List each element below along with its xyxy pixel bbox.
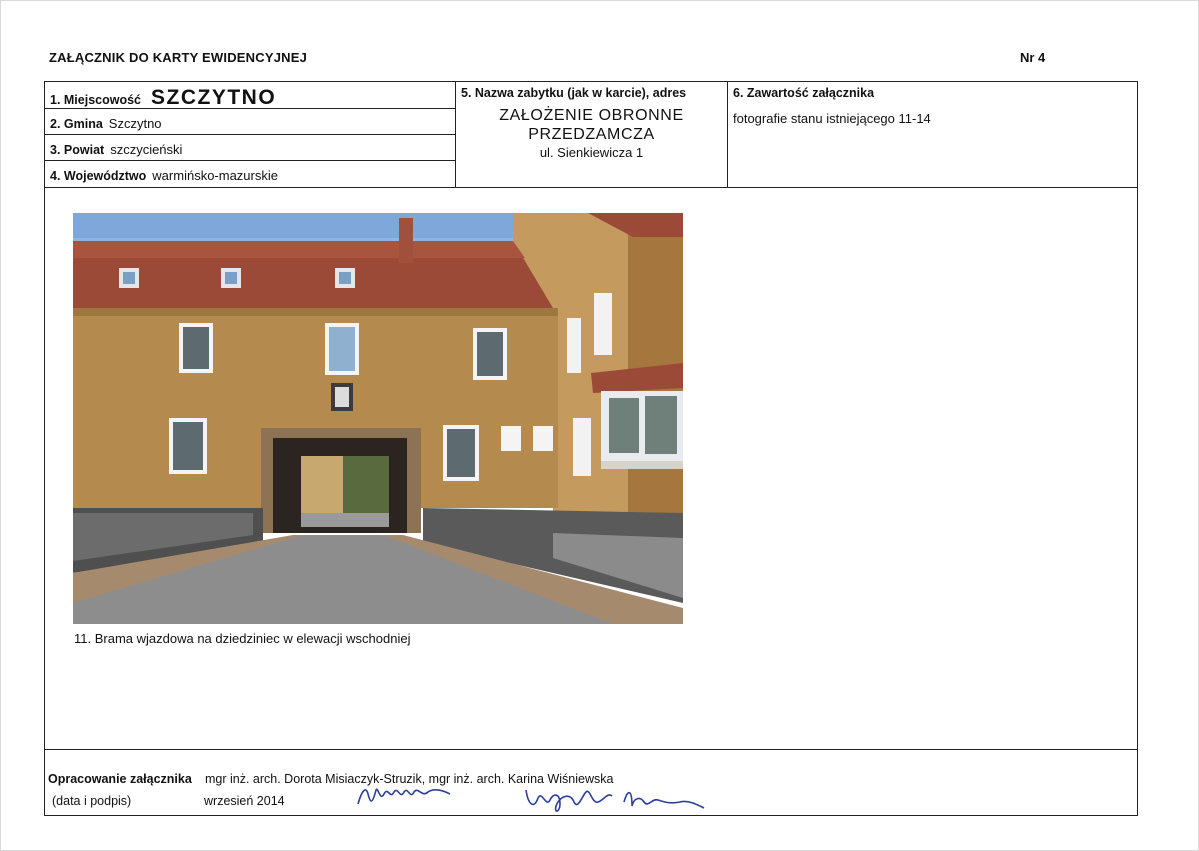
attachment-number: Nr 4 (1020, 50, 1046, 65)
field-zawartosc: 6. Zawartość załącznika fotografie stanu… (727, 81, 1138, 188)
field-label: 1. Miejscowość (50, 93, 142, 107)
field-gmina: 2. Gmina Szczytno (44, 108, 456, 135)
field-label: 5. Nazwa zabytku (jak w karcie), adres (461, 86, 687, 100)
photo-caption: 11. Brama wjazdowa na dziedziniec w elew… (74, 631, 411, 646)
monument-name-line1: ZAŁOŻENIE OBRONNE (499, 107, 684, 124)
field-miejscowosc: 1. Miejscowość SZCZYTNO (44, 81, 456, 109)
footer-sublabel: (data i podpis) (52, 794, 132, 808)
field-powiat: 3. Powiat szczycieński (44, 134, 456, 161)
field-value: szczycieński (110, 142, 183, 157)
field-value: fotografie stanu istniejącego 11-14 (733, 111, 931, 126)
field-value: warmińsko-mazurskie (152, 168, 278, 183)
photo-gate (73, 213, 683, 624)
field-value: SZCZYTNO (151, 86, 277, 109)
signature-2 (525, 789, 705, 812)
field-label: 3. Powiat (50, 143, 105, 157)
monument-name-line2: PRZEDZAMCZA (528, 126, 655, 143)
field-value: Szczytno (108, 116, 162, 131)
footer-label: Opracowanie załącznika (48, 772, 192, 786)
signature-1 (357, 788, 451, 805)
field-wojewodztwo: 4. Województwo warmińsko-mazurskie (44, 160, 456, 188)
field-label: 6. Zawartość załącznika (733, 86, 875, 100)
monument-address: ul. Sienkiewicza 1 (539, 145, 644, 160)
field-nazwa-zabytku: 5. Nazwa zabytku (jak w karcie), adres Z… (455, 81, 728, 188)
monument-name: ZAŁOŻENIE OBRONNE PRZEDZAMCZA (456, 106, 727, 144)
field-label: 4. Województwo (50, 169, 147, 183)
document-title: ZAŁĄCZNIK DO KARTY EWIDENCYJNEJ (49, 50, 308, 65)
field-label: 2. Gmina (50, 117, 103, 131)
footer-date: wrzesień 2014 (204, 794, 285, 808)
